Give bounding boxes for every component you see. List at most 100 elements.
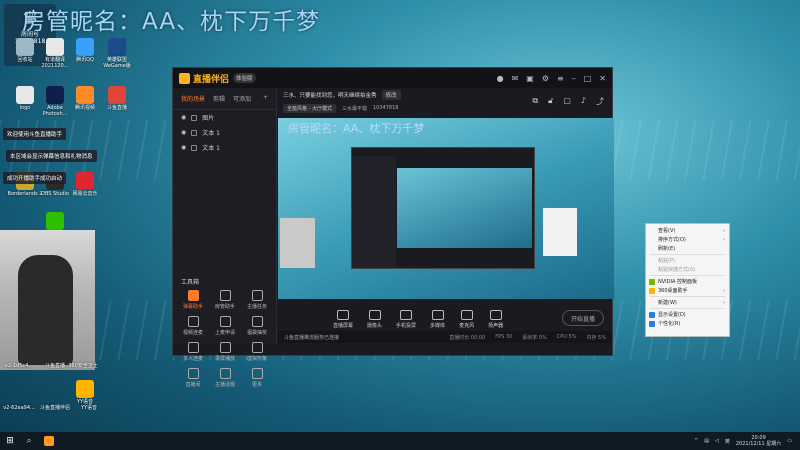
tool-item[interactable]: 主播任务 [241,290,273,310]
context-menu-item[interactable]: 个性化(R) [646,319,729,328]
message-icon[interactable]: ✉ [512,74,519,83]
search-icon[interactable]: ⌕ [20,436,38,446]
scene-row[interactable]: ◉ 文本 1 [173,140,276,155]
scene-row[interactable]: ◉ 文本 1 [173,125,276,140]
settings-icon[interactable]: ⚙ [542,74,549,83]
source-tool[interactable]: 扬声器 [488,309,503,329]
room-id: 10347818 [373,105,399,111]
layout-icon[interactable]: ▢ [563,96,571,107]
close-icon[interactable]: ✕ [599,74,606,83]
taskbar-app-icon[interactable] [44,436,54,446]
desktop-icon-label[interactable]: v2-62ea94... [2,405,36,411]
source-tool[interactable]: 多媒体 [430,309,445,329]
avatar-icon[interactable]: ● [497,74,504,83]
tool-icon [187,316,199,327]
menu-icon[interactable]: ≡ [557,74,564,83]
source-tool[interactable]: 手机投屏 [396,309,416,329]
context-menu-item[interactable]: 排序方式(O) › [646,235,729,244]
tool-item[interactable]: 录屏播放 [209,342,241,362]
bell-icon[interactable]: ♪ [581,96,586,107]
source-tool-icon [337,309,349,320]
tool-icon [219,368,231,379]
notification-icon[interactable]: ▭ [787,438,792,444]
tab-addable[interactable]: 可添加 [233,94,251,103]
app-logo-icon [179,72,190,84]
tool-item[interactable]: 更多 [241,368,273,388]
tool-item[interactable]: 直播间 [177,368,209,388]
maximize-icon[interactable]: □ [584,74,592,83]
minimize-icon[interactable]: – [572,74,576,83]
person-silhouette [18,255,73,365]
context-menu-item[interactable]: 刷新(E) [646,244,729,253]
main-area: 三水、只要能找到您，明天继续拍金秀 修改 全能风格 - 大厅模式 三水最不错 1… [278,88,614,343]
preview-overlay-title: 房管昵名：AA、枕下万千梦 [288,122,425,135]
source-tool[interactable]: 直播屏幕 [333,309,353,329]
tool-label: 主播话题 [214,382,235,388]
share-screen-icon[interactable]: ⧉ [532,96,538,107]
desktop-icon-label[interactable]: 斗鱼直播伴侣 [38,405,72,411]
scene-row[interactable]: ◉ 图片 [173,110,276,125]
context-menu-item[interactable]: 显示设置(D) [646,310,729,319]
clock-date: 2021/12/11 星期六 [735,441,782,447]
app-name: 直播伴侣 [193,74,230,85]
tray-arrow-icon[interactable]: ^ [694,438,698,444]
start-live-button[interactable]: 开始直播 [562,310,604,326]
share-icon[interactable]: ⤴ [596,96,604,107]
tool-item[interactable]: 主播话题 [209,368,241,388]
tool-item[interactable]: 福袋抽奖 [241,316,273,336]
source-tool-label: 摄像头 [367,322,383,329]
context-menu-item[interactable]: NVIDIA 控制面板 [646,277,729,286]
source-tool[interactable]: 摄像头 [367,309,383,329]
app-icon [46,86,64,104]
submenu-arrow-icon: › [723,236,725,243]
network-icon[interactable]: ▤ [704,438,709,444]
tool-item[interactable]: 视频连麦 [177,316,209,336]
tool-label: 直播间 [185,382,201,388]
source-tool[interactable]: 麦克风 [459,309,474,329]
menu-separator [650,275,725,276]
menu-item-label: 排序方式(O) [658,237,686,243]
eye-icon[interactable]: ◉ [181,114,186,121]
tool-item[interactable]: 上麦申请 [209,316,241,336]
tool-icon [219,342,231,353]
ime-indicator[interactable]: 英 [725,438,730,445]
volume-icon[interactable]: ◁ [715,438,719,444]
desktop-icon-label[interactable]: 360安全卫士 [66,363,100,369]
version-badge[interactable]: 体验版 [233,73,256,83]
tool-item[interactable]: 弹幕助手 [177,290,209,310]
tab-my-scenes[interactable]: 我的场景 [181,94,205,103]
category-chip[interactable]: 全能风格 - 大厅模式 [283,103,336,113]
edit-title-button[interactable]: 修改 [381,90,401,100]
desktop-icon[interactable]: 网易云音乐 [66,172,104,197]
add-scene-icon[interactable]: + [263,94,268,103]
lock-icon[interactable]: 🔓︎ [548,96,553,107]
windows-start-icon[interactable]: ⊞ [0,436,20,446]
tools-grid: 弹幕助手 房管助手 主播任务视频连麦 上麦申请 福袋抽奖多人连麦 录屏播放 虚拟形象直播间 主… [177,290,273,388]
app-icon [16,38,34,56]
menu-item-label: 360桌面助手 [658,288,688,294]
desktop-icon[interactable]: 英雄联盟 WeGame版 [98,38,136,69]
tool-icon [219,316,231,327]
eye-icon[interactable]: ◉ [181,129,186,136]
desktop-icon-label[interactable]: v2-1d5c4... [2,363,36,369]
tab-clip[interactable]: 剪辑 [213,94,225,103]
tool-icon [187,342,199,353]
tool-item[interactable]: 虚拟形象 [241,342,273,362]
system-tray: ^ ▤ ◁ 英 20:09 2021/12/11 星期六 ▭ [694,435,800,447]
streamer-photo [0,230,95,370]
eye-icon[interactable]: ◉ [181,144,186,151]
context-menu-item[interactable]: 新建(W) › [646,298,729,307]
context-menu-item[interactable]: 360桌面助手 › [646,286,729,295]
desktop-icon[interactable]: 斗鱼直播 [98,86,136,111]
live-preview[interactable]: 房管昵名：AA、枕下万千梦 [278,118,614,299]
desktop-icon-label[interactable]: YY语音 [72,405,106,411]
desktop-icon[interactable]: YY语音 [66,380,104,405]
gift-icon[interactable]: ▣ [526,74,534,83]
tool-item[interactable]: 多人连麦 [177,342,209,362]
taskbar: ⊞ ⌕ ^ ▤ ◁ 英 20:09 2021/12/11 星期六 ▭ [0,432,800,450]
context-menu-item[interactable]: 查看(V) › [646,226,729,235]
tool-item[interactable]: 房管助手 [209,290,241,310]
room-title: 三水、只要能找到您，明天继续拍金秀 [283,93,377,99]
clock[interactable]: 20:09 2021/12/11 星期六 [736,435,781,447]
tool-icon [251,316,263,327]
